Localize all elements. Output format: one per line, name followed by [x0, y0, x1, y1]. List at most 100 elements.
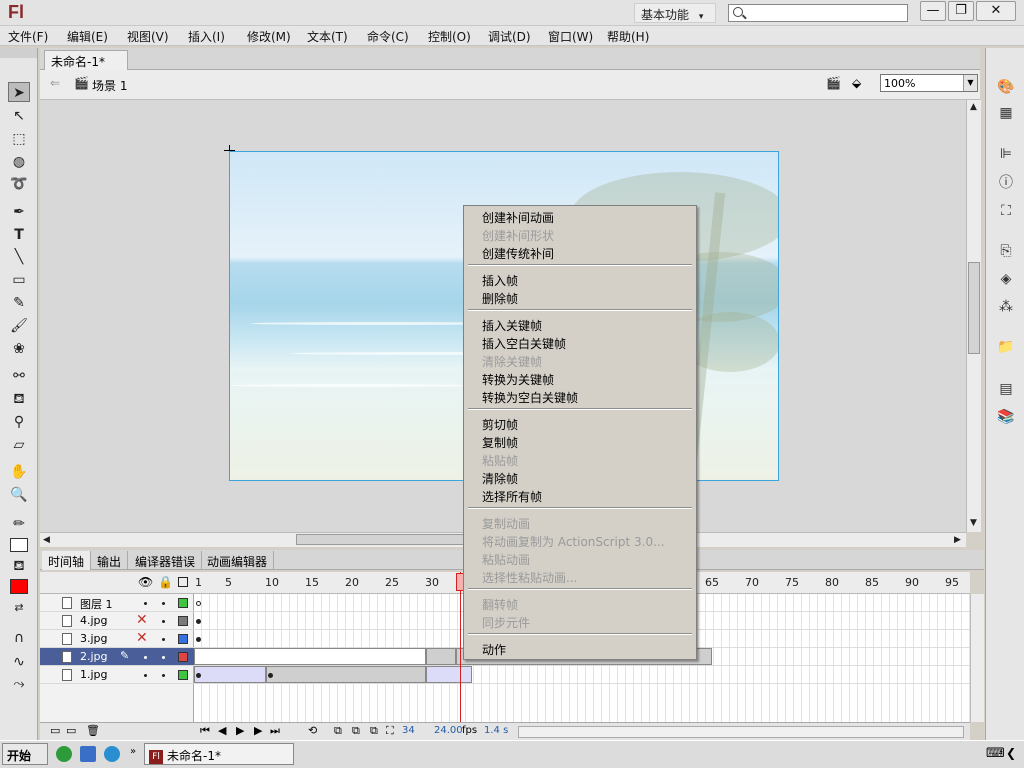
menu-view[interactable]: 视图(V) [127, 28, 169, 45]
outline-color-chip[interactable] [178, 652, 188, 662]
hidden-x-icon[interactable]: ✕ [136, 612, 148, 628]
motion-presets-panel-icon[interactable]: ⁂ [996, 298, 1016, 316]
tab-motion-editor[interactable]: 动画编辑器 [201, 551, 275, 570]
layer-row[interactable]: 3.jpg ✕ [40, 630, 194, 648]
minimize-button[interactable]: — [920, 1, 946, 21]
menu-debug[interactable]: 调试(D) [488, 28, 531, 45]
menu-item-insert-keyframe[interactable]: 插入关键帧 [482, 317, 542, 334]
restore-button[interactable]: ❐ [948, 1, 974, 21]
frame-span[interactable] [194, 648, 426, 665]
pen-tool-icon[interactable]: ✒ [8, 202, 30, 222]
current-frame-value[interactable]: 34 [402, 725, 415, 736]
tray-expand-icon[interactable]: ❮ [1006, 746, 1016, 760]
taskbar-window-button[interactable]: Fl 未命名-1* [144, 743, 294, 765]
paint-bucket-tool-icon[interactable]: ⛾ [8, 389, 30, 409]
more-icon[interactable]: » [130, 746, 136, 757]
code-snippets-panel-icon[interactable]: ⎘ [996, 242, 1016, 260]
line-tool-icon[interactable]: ╲ [8, 247, 30, 267]
components-panel-icon[interactable]: ◈ [996, 270, 1016, 288]
fill-color-icon[interactable]: ⛾ [8, 556, 30, 576]
back-arrow-icon[interactable]: ⇐ [50, 76, 60, 90]
text-tool-icon[interactable]: T [8, 225, 30, 245]
outline-color-chip[interactable] [178, 634, 188, 644]
timeline-vertical-scrollbar[interactable] [970, 594, 984, 722]
step-back-icon[interactable]: ◀ [218, 724, 226, 737]
rectangle-tool-icon[interactable]: ▭ [8, 270, 30, 290]
lasso-tool-icon[interactable]: ➰ [8, 174, 30, 194]
menu-control[interactable]: 控制(O) [428, 28, 471, 45]
library-panel-icon[interactable]: 📚 [996, 408, 1016, 426]
loop-icon[interactable]: ⟲ [308, 724, 317, 737]
menu-file[interactable]: 文件(F) [8, 28, 48, 45]
frame-rate-value[interactable]: 24.00 [434, 725, 463, 736]
straighten-icon[interactable]: ⤳ [8, 674, 30, 694]
play-icon[interactable]: ▶ [236, 724, 244, 737]
pencil-tool-icon[interactable]: ✎ [8, 293, 30, 313]
lock-dot[interactable] [162, 656, 165, 659]
keyframe[interactable] [196, 637, 201, 642]
snap-to-objects-icon[interactable]: ∩ [8, 628, 30, 648]
show-hide-all-icon[interactable]: 👁 [138, 575, 153, 589]
outline-color-chip[interactable] [178, 616, 188, 626]
layer-name[interactable]: 1.jpg [80, 668, 108, 681]
onion-skin-icon[interactable]: ⧉ [334, 724, 342, 738]
outline-color-chip[interactable] [178, 598, 188, 608]
deco-tool-icon[interactable]: ❀ [8, 339, 30, 359]
playhead[interactable] [460, 572, 461, 740]
menu-edit[interactable]: 编辑(E) [67, 28, 108, 45]
browser-icon[interactable] [56, 746, 72, 762]
menu-help[interactable]: 帮助(H) [607, 28, 649, 45]
menu-item-clear-frames[interactable]: 清除帧 [482, 470, 518, 487]
menu-insert[interactable]: 插入(I) [188, 28, 225, 45]
keyframe[interactable] [196, 673, 201, 678]
menu-item-create-motion-tween[interactable]: 创建补间动画 [482, 209, 554, 226]
menu-item-cut-frames[interactable]: 剪切帧 [482, 416, 518, 433]
zoom-select[interactable]: 100% ▼ [880, 74, 978, 92]
fill-color-swatch[interactable] [10, 579, 28, 594]
stroke-color-icon[interactable]: ✏ [8, 514, 30, 534]
menu-item-insert-blank-keyframe[interactable]: 插入空白关键帧 [482, 335, 566, 352]
frame-span[interactable] [426, 648, 456, 665]
keyboard-icon[interactable]: ⌨ [986, 746, 1005, 761]
color-panel-icon[interactable]: 🎨 [996, 78, 1016, 96]
layer-row-selected[interactable]: 2.jpg ✎ [40, 648, 194, 666]
onion-outlines-icon[interactable]: ⧉ [352, 724, 360, 738]
first-frame-icon[interactable]: ⏮ [200, 724, 210, 738]
swap-colors-icon[interactable]: ⇄ [8, 598, 30, 618]
3d-rotation-tool-icon[interactable]: ◍ [8, 152, 30, 172]
new-folder-icon[interactable]: ▭ [66, 724, 76, 737]
menu-modify[interactable]: 修改(M) [247, 28, 291, 45]
visibility-dot[interactable] [144, 674, 147, 677]
layer-name[interactable]: 图层 1 [80, 596, 113, 612]
edit-scene-icon[interactable]: 🎬 [826, 76, 841, 90]
info-panel-icon[interactable]: ⓘ [996, 174, 1016, 192]
lock-dot[interactable] [162, 620, 165, 623]
layer-row[interactable]: 4.jpg ✕ [40, 612, 194, 630]
properties-panel-icon[interactable]: ▤ [996, 380, 1016, 398]
tools-panel-header[interactable] [0, 48, 37, 58]
timeline-horizontal-scrollbar[interactable] [518, 726, 964, 738]
edit-multiple-frames-icon[interactable]: ⧉ [370, 724, 378, 738]
empty-keyframe[interactable] [196, 601, 201, 606]
edit-symbols-icon[interactable]: ⬙ [852, 76, 861, 90]
zoom-tool-icon[interactable]: 🔍 [8, 485, 30, 505]
close-button[interactable]: ✕ [976, 1, 1016, 21]
visibility-dot[interactable] [144, 656, 147, 659]
align-panel-icon[interactable]: ⊫ [996, 145, 1016, 163]
scene-breadcrumb[interactable]: 场景 1 [92, 77, 127, 94]
selection-tool-icon[interactable]: ➤ [8, 82, 30, 102]
menu-item-insert-frame[interactable]: 插入帧 [482, 272, 518, 289]
tab-compiler-errors[interactable]: 编译器错误 [129, 551, 203, 570]
outline-all-icon[interactable] [178, 577, 188, 587]
smooth-icon[interactable]: ∿ [8, 652, 30, 672]
new-layer-icon[interactable]: ▭ [50, 724, 60, 737]
classic-tween-span[interactable] [426, 666, 472, 683]
help-search-input[interactable] [728, 4, 908, 22]
layer-name[interactable]: 3.jpg [80, 632, 108, 645]
lock-all-icon[interactable]: 🔒 [158, 575, 173, 589]
settings-icon[interactable] [104, 746, 120, 762]
hidden-x-icon[interactable]: ✕ [136, 630, 148, 646]
lock-dot[interactable] [162, 602, 165, 605]
keyframe[interactable] [196, 619, 201, 624]
step-forward-icon[interactable]: ▶ [254, 724, 262, 737]
